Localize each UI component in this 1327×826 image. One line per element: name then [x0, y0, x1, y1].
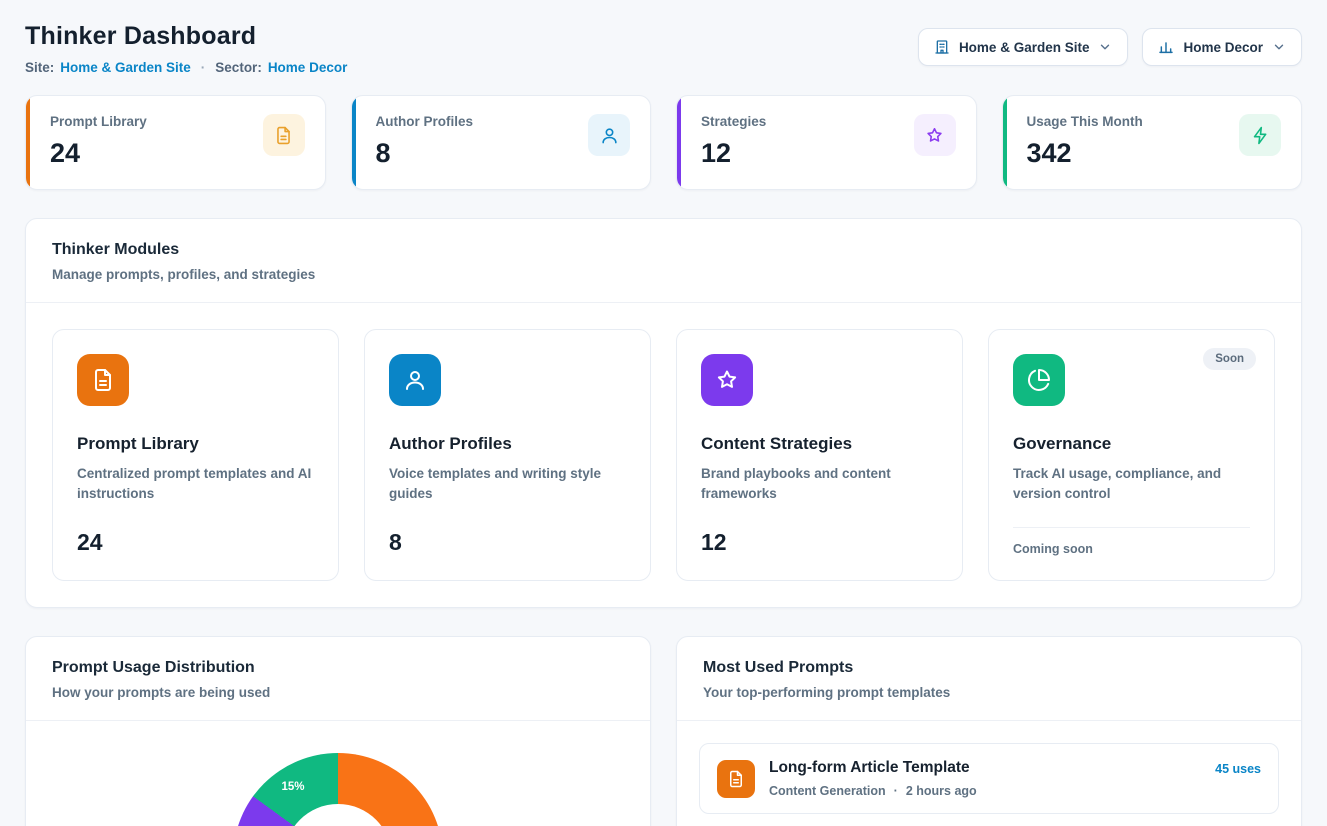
- prompt-list-item[interactable]: Long-form Article Template Content Gener…: [699, 743, 1279, 814]
- usage-title: Prompt Usage Distribution: [52, 659, 624, 677]
- breadcrumb-separator: ·: [201, 60, 206, 75]
- stats-row: Prompt Library 24 Author Profiles 8 Stra…: [25, 95, 1302, 190]
- chevron-down-icon: [1272, 40, 1286, 54]
- prompt-item-uses-badge: 45 uses: [1215, 762, 1261, 776]
- person-icon: [389, 354, 441, 406]
- site-label: Site:: [25, 60, 54, 75]
- site-selector-value: Home & Garden Site: [959, 40, 1090, 55]
- module-description: Centralized prompt templates and AI inst…: [77, 464, 314, 505]
- module-count: 24: [77, 529, 314, 556]
- most-used-title: Most Used Prompts: [703, 659, 1275, 677]
- modules-grid: Prompt Library Centralized prompt templa…: [26, 303, 1301, 607]
- modules-subtitle: Manage prompts, profiles, and strategies: [52, 267, 1275, 282]
- module-card-content-strategies[interactable]: Content Strategies Brand playbooks and c…: [676, 329, 963, 581]
- lightning-icon: [1239, 114, 1281, 156]
- module-description: Brand playbooks and content frameworks: [701, 464, 938, 505]
- prompt-usage-panel: Prompt Usage Distribution How your promp…: [25, 636, 651, 826]
- meta-separator: ·: [894, 784, 898, 798]
- module-card-author-profiles[interactable]: Author Profiles Voice templates and writ…: [364, 329, 651, 581]
- prompt-item-category: Content Generation: [769, 784, 886, 798]
- donut-segment-label: 15%: [281, 781, 304, 793]
- building-icon: [934, 39, 950, 55]
- module-count: 8: [389, 529, 626, 556]
- person-icon: [588, 114, 630, 156]
- modules-panel-header: Thinker Modules Manage prompts, profiles…: [26, 219, 1301, 303]
- site-link[interactable]: Home & Garden Site: [60, 60, 191, 75]
- module-title: Author Profiles: [389, 434, 626, 454]
- most-used-panel-header: Most Used Prompts Your top-performing pr…: [677, 637, 1301, 721]
- stat-accent-bar: [352, 96, 356, 189]
- stat-accent-bar: [1003, 96, 1007, 189]
- document-icon: [717, 760, 755, 798]
- dashboard-page: Thinker Dashboard Site: Home & Garden Si…: [0, 0, 1327, 826]
- page-title: Thinker Dashboard: [25, 22, 347, 51]
- module-description: Voice templates and writing style guides: [389, 464, 626, 505]
- star-icon: [914, 114, 956, 156]
- stat-card-prompt-library: Prompt Library 24: [25, 95, 326, 190]
- chevron-down-icon: [1098, 40, 1112, 54]
- prompt-item-title: Long-form Article Template: [769, 759, 1201, 777]
- usage-subtitle: How your prompts are being used: [52, 685, 624, 700]
- prompt-item-text: Long-form Article Template Content Gener…: [769, 759, 1201, 798]
- sector-selector-dropdown[interactable]: Home Decor: [1142, 28, 1302, 66]
- document-icon: [77, 354, 129, 406]
- thinker-modules-panel: Thinker Modules Manage prompts, profiles…: [25, 218, 1302, 608]
- stat-accent-bar: [677, 96, 681, 189]
- prompt-item-time: 2 hours ago: [906, 784, 977, 798]
- site-selector-dropdown[interactable]: Home & Garden Site: [918, 28, 1129, 66]
- module-card-governance[interactable]: Soon Governance Track AI usage, complian…: [988, 329, 1275, 581]
- breadcrumb: Site: Home & Garden Site · Sector: Home …: [25, 60, 347, 75]
- bar-chart-icon: [1158, 39, 1174, 55]
- sector-selector-value: Home Decor: [1183, 40, 1263, 55]
- prompt-list: Long-form Article Template Content Gener…: [677, 721, 1301, 826]
- most-used-subtitle: Your top-performing prompt templates: [703, 685, 1275, 700]
- usage-panel-header: Prompt Usage Distribution How your promp…: [26, 637, 650, 721]
- soon-badge: Soon: [1203, 348, 1256, 370]
- stat-accent-bar: [26, 96, 30, 189]
- pie-chart-icon: [1013, 354, 1065, 406]
- stat-card-strategies: Strategies 12: [676, 95, 977, 190]
- stat-card-author-profiles: Author Profiles 8: [351, 95, 652, 190]
- module-title: Governance: [1013, 434, 1250, 454]
- stat-card-usage: Usage This Month 342: [1002, 95, 1303, 190]
- star-icon: [701, 354, 753, 406]
- header-controls: Home & Garden Site Home Decor: [918, 28, 1302, 66]
- module-count: 12: [701, 529, 938, 556]
- prompt-item-meta: Content Generation · 2 hours ago: [769, 784, 1201, 798]
- coming-soon-text: Coming soon: [1013, 527, 1250, 556]
- module-title: Prompt Library: [77, 434, 314, 454]
- sector-link[interactable]: Home Decor: [268, 60, 348, 75]
- document-icon: [263, 114, 305, 156]
- header-left: Thinker Dashboard Site: Home & Garden Si…: [25, 22, 347, 75]
- most-used-prompts-panel: Most Used Prompts Your top-performing pr…: [676, 636, 1302, 826]
- bottom-row: Prompt Usage Distribution How your promp…: [25, 636, 1302, 826]
- module-description: Track AI usage, compliance, and version …: [1013, 464, 1250, 505]
- module-card-prompt-library[interactable]: Prompt Library Centralized prompt templa…: [52, 329, 339, 581]
- prompt-usage-donut-chart: 15%: [233, 753, 443, 826]
- page-header: Thinker Dashboard Site: Home & Garden Si…: [25, 22, 1302, 75]
- modules-title: Thinker Modules: [52, 241, 1275, 259]
- module-title: Content Strategies: [701, 434, 938, 454]
- sector-label: Sector:: [215, 60, 262, 75]
